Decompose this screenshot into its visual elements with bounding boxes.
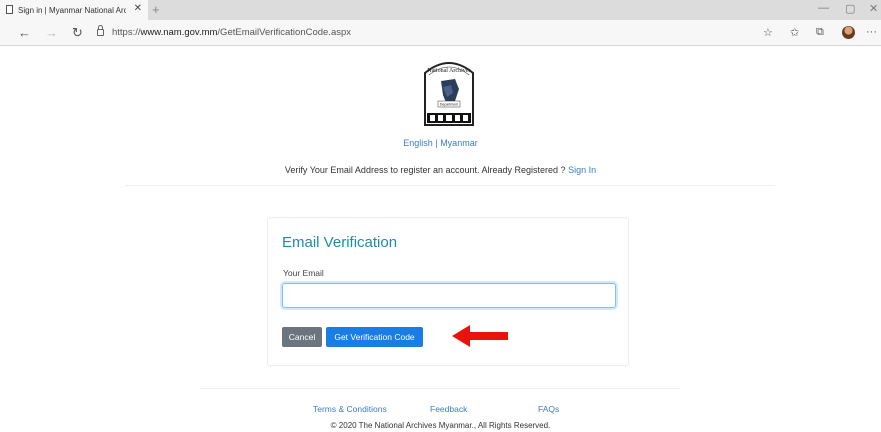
browser-tab-bar: Sign in | Myanmar National Arc ✕ + — ▢ ✕: [0, 0, 881, 20]
sign-in-link[interactable]: Sign In: [568, 165, 596, 175]
favorites-icon[interactable]: ✩: [790, 26, 799, 39]
email-label: Your Email: [283, 268, 324, 278]
address-bar: ← → ↻ https://www.nam.gov.mm/GetEmailVer…: [0, 20, 881, 46]
close-icon[interactable]: ✕: [134, 3, 142, 14]
verify-text: Verify Your Email Address to register an…: [284, 165, 569, 175]
refresh-icon[interactable]: ↻: [72, 25, 83, 41]
url-field[interactable]: https://www.nam.gov.mm/GetEmailVerificat…: [112, 27, 351, 38]
page-icon: [6, 5, 13, 14]
get-verification-code-button[interactable]: Get Verification Code: [326, 327, 423, 347]
more-icon[interactable]: ···: [866, 26, 877, 38]
divider: [125, 185, 775, 186]
tab-title: Sign in | Myanmar National Arc: [18, 5, 126, 15]
url-scheme: https://: [112, 27, 141, 38]
faqs-link[interactable]: FAQs: [538, 404, 559, 414]
collections-icon[interactable]: ⧉: [816, 26, 824, 39]
copyright: © 2020 The National Archives Myanmar., A…: [330, 421, 551, 430]
browser-tab[interactable]: Sign in | Myanmar National Arc ✕: [0, 0, 148, 20]
lock-icon: [97, 25, 104, 36]
lang-myanmar-link[interactable]: Myanmar: [440, 138, 478, 148]
url-host: www.nam.gov.mm: [140, 27, 218, 38]
page-title: Email Verification: [282, 234, 398, 251]
lang-separator: |: [435, 138, 438, 148]
url-path: /GetEmailVerificationCode.aspx: [217, 27, 352, 38]
red-arrow-icon: [452, 325, 508, 347]
feedback-link[interactable]: Feedback: [430, 404, 467, 414]
close-window-icon[interactable]: ✕: [869, 2, 878, 15]
svg-text:Department: Department: [440, 103, 458, 107]
language-switcher: English | Myanmar: [0, 138, 881, 148]
forward-icon[interactable]: →: [45, 25, 58, 40]
national-archives-logo: National Archives Department: [424, 62, 474, 126]
svg-text:National Archives: National Archives: [427, 68, 471, 74]
lang-english-link[interactable]: English: [403, 138, 433, 148]
email-field[interactable]: [282, 283, 616, 308]
maximize-icon[interactable]: ▢: [845, 2, 855, 15]
footer-divider: [200, 388, 680, 389]
minimize-icon[interactable]: —: [818, 2, 829, 14]
verify-message: Verify Your Email Address to register an…: [0, 165, 881, 175]
star-icon[interactable]: ☆: [763, 26, 773, 39]
back-icon[interactable]: ←: [18, 25, 31, 40]
profile-avatar-icon[interactable]: [842, 26, 855, 39]
plus-icon[interactable]: +: [152, 2, 160, 17]
terms-link[interactable]: Terms & Conditions: [313, 404, 387, 414]
cancel-button[interactable]: Cancel: [282, 327, 322, 347]
